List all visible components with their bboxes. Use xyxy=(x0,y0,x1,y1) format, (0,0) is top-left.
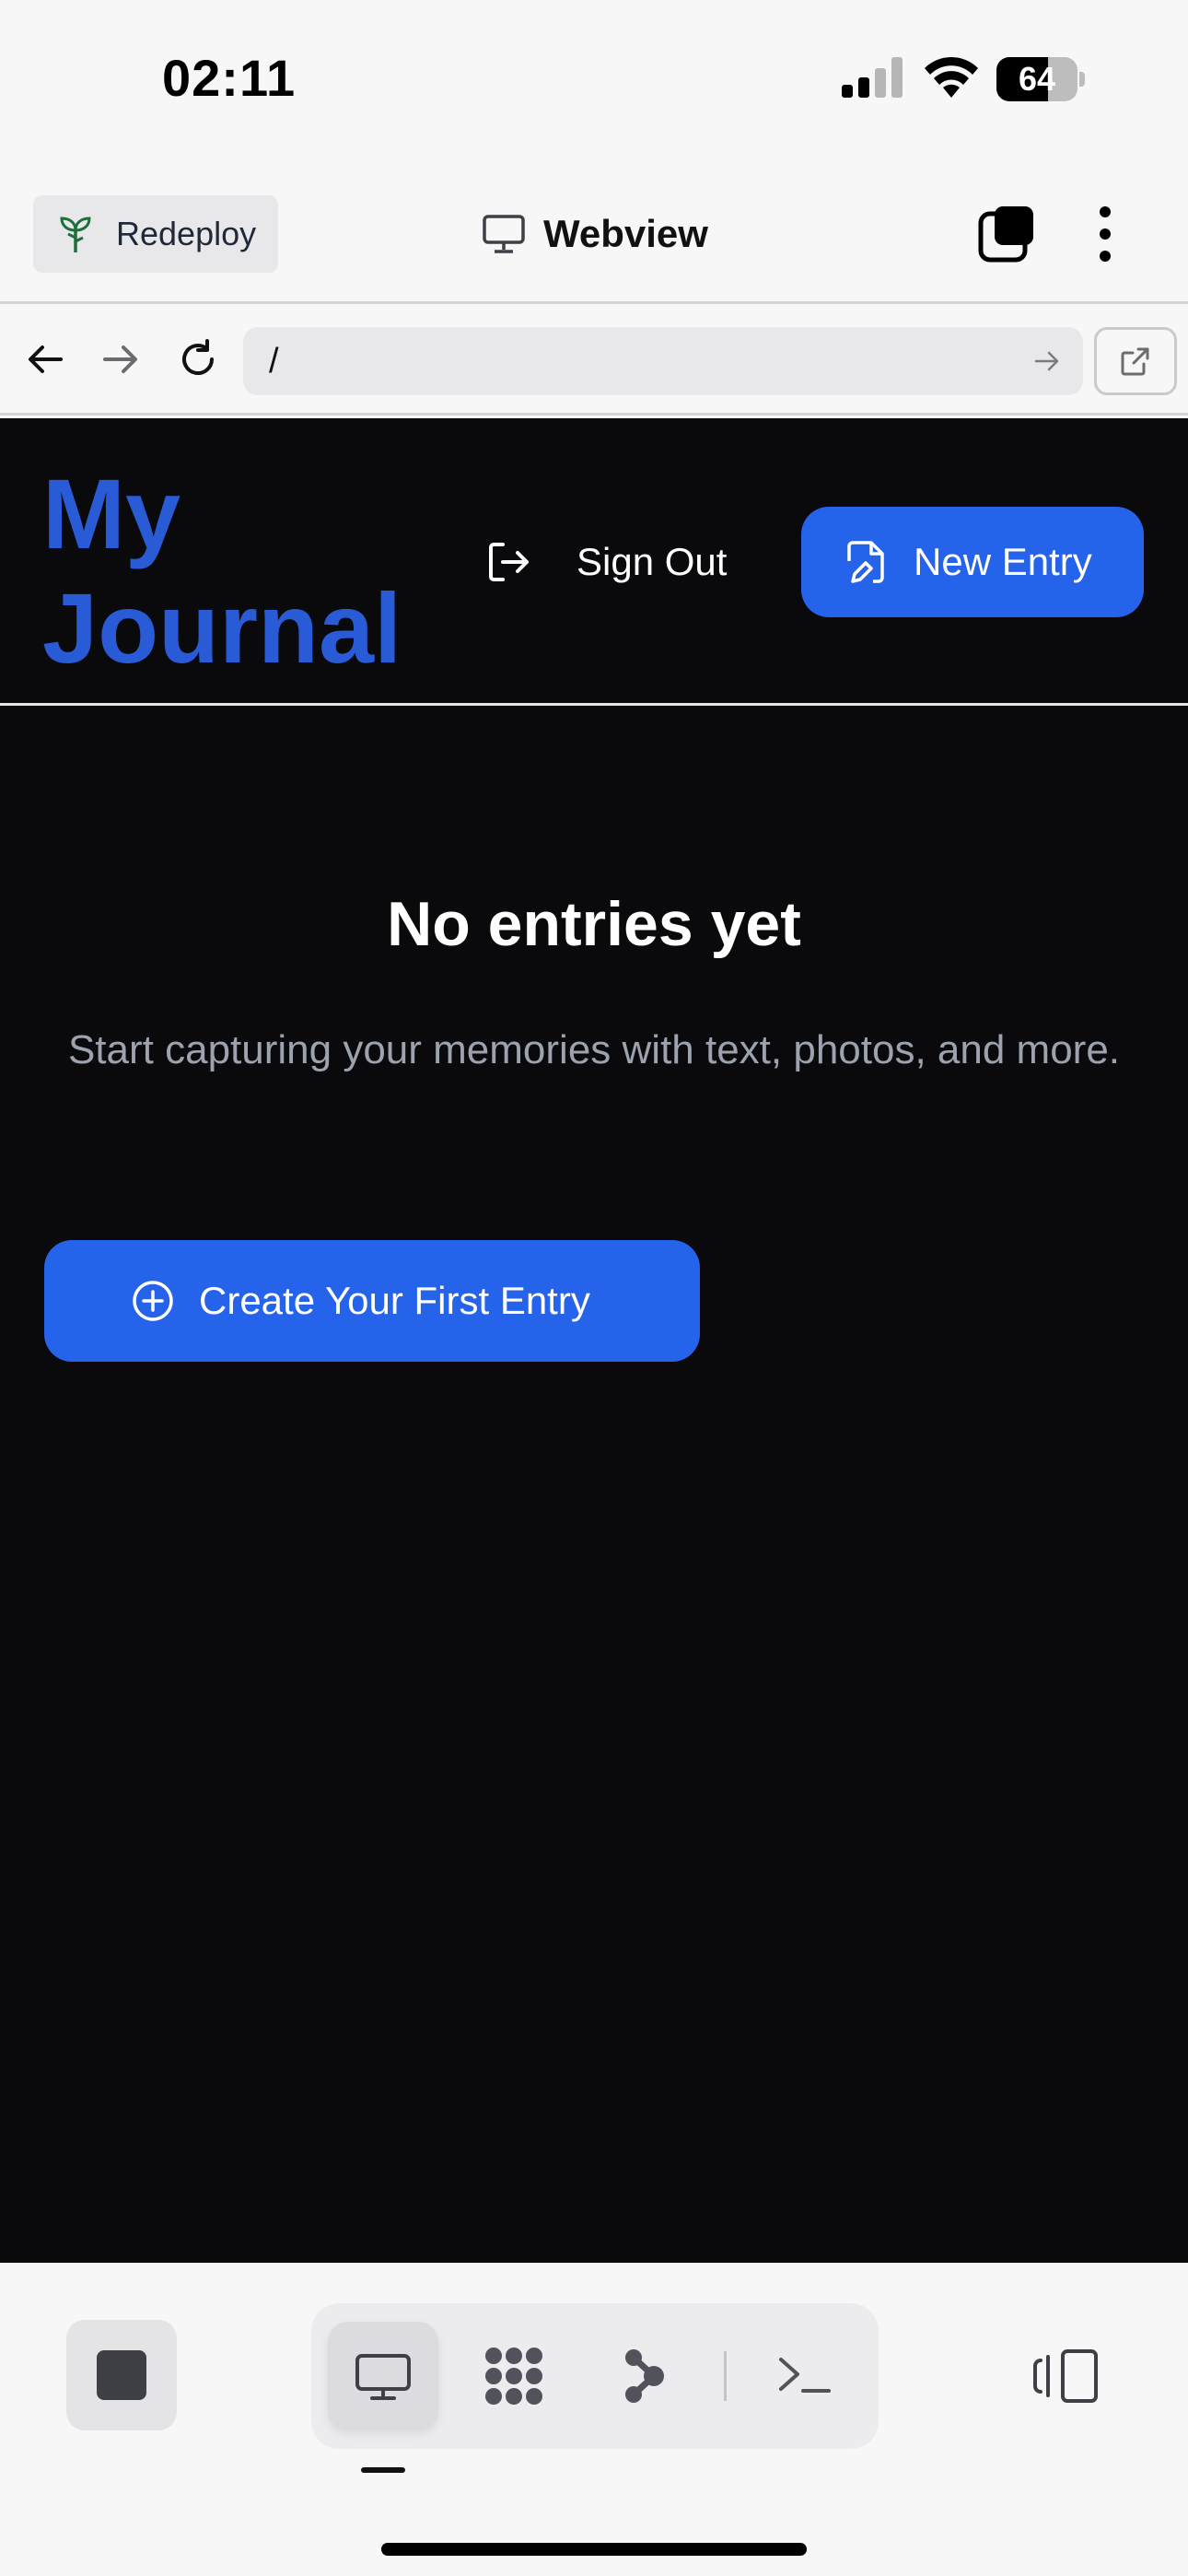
tab-webview[interactable] xyxy=(328,2322,438,2430)
url-text: / xyxy=(269,341,279,381)
create-first-entry-button[interactable]: Create Your First Entry xyxy=(44,1240,700,1362)
plus-circle-icon xyxy=(133,1281,173,1321)
arrow-left-icon[interactable] xyxy=(24,338,66,381)
bottom-bar xyxy=(0,2263,1188,2576)
more-vertical-icon[interactable] xyxy=(1094,205,1116,263)
url-bar: / xyxy=(0,307,1188,416)
active-tab-indicator xyxy=(361,2467,405,2473)
arrow-right-icon[interactable] xyxy=(99,338,142,381)
redeploy-label: Redeploy xyxy=(116,215,257,252)
terminal-icon xyxy=(779,2358,831,2393)
battery-percent: 64 xyxy=(1018,60,1056,98)
sprout-icon xyxy=(60,217,91,252)
home-indicator xyxy=(381,2543,807,2556)
stop-button[interactable] xyxy=(66,2320,177,2430)
monitor-icon xyxy=(483,215,525,253)
webview-content: My Journal Sign Out New Entry No entries… xyxy=(0,418,1188,2263)
create-first-entry-label: Create Your First Entry xyxy=(199,1279,590,1322)
webview-label: Webview xyxy=(543,212,708,255)
webview-title: Webview xyxy=(483,206,708,262)
tabs-icon[interactable] xyxy=(978,205,1035,263)
tab-workflow[interactable] xyxy=(459,2322,569,2430)
layout-icon[interactable] xyxy=(1031,2348,1100,2405)
wifi-icon xyxy=(925,56,978,98)
log-out-icon xyxy=(489,543,529,581)
stop-icon xyxy=(97,2350,146,2400)
tab-shell[interactable] xyxy=(750,2322,860,2430)
tab-git[interactable] xyxy=(588,2322,698,2430)
app-title: My Journal xyxy=(42,458,402,684)
new-entry-label: New Entry xyxy=(914,540,1092,583)
monitor-icon xyxy=(355,2354,411,2400)
view-switcher xyxy=(311,2303,879,2449)
redeploy-button[interactable]: Redeploy xyxy=(33,195,278,273)
arrow-right-small-icon[interactable] xyxy=(1033,347,1061,375)
external-link-icon xyxy=(1121,347,1149,376)
branch-icon xyxy=(625,2349,664,2403)
nodes-icon xyxy=(485,2348,542,2405)
empty-state-title: No entries yet xyxy=(387,889,801,959)
battery-indicator: 64 xyxy=(996,57,1085,101)
segment-divider xyxy=(724,2351,727,2401)
open-external-button[interactable] xyxy=(1094,327,1177,395)
status-time: 02:11 xyxy=(162,49,297,107)
app-header: My Journal Sign Out New Entry xyxy=(0,418,1188,706)
sign-out-button[interactable]: Sign Out xyxy=(486,525,727,599)
sign-out-label: Sign Out xyxy=(577,540,728,583)
reload-icon[interactable] xyxy=(177,338,219,381)
url-input[interactable]: / xyxy=(243,327,1083,395)
status-bar: 02:11 64 xyxy=(0,0,1188,166)
top-toolbar: Redeploy Webview xyxy=(0,166,1188,304)
new-entry-button[interactable]: New Entry xyxy=(801,507,1144,617)
empty-state-description: Start capturing your memories with text,… xyxy=(67,1027,1121,1072)
file-edit-icon xyxy=(847,541,884,583)
signal-icon xyxy=(842,57,903,98)
